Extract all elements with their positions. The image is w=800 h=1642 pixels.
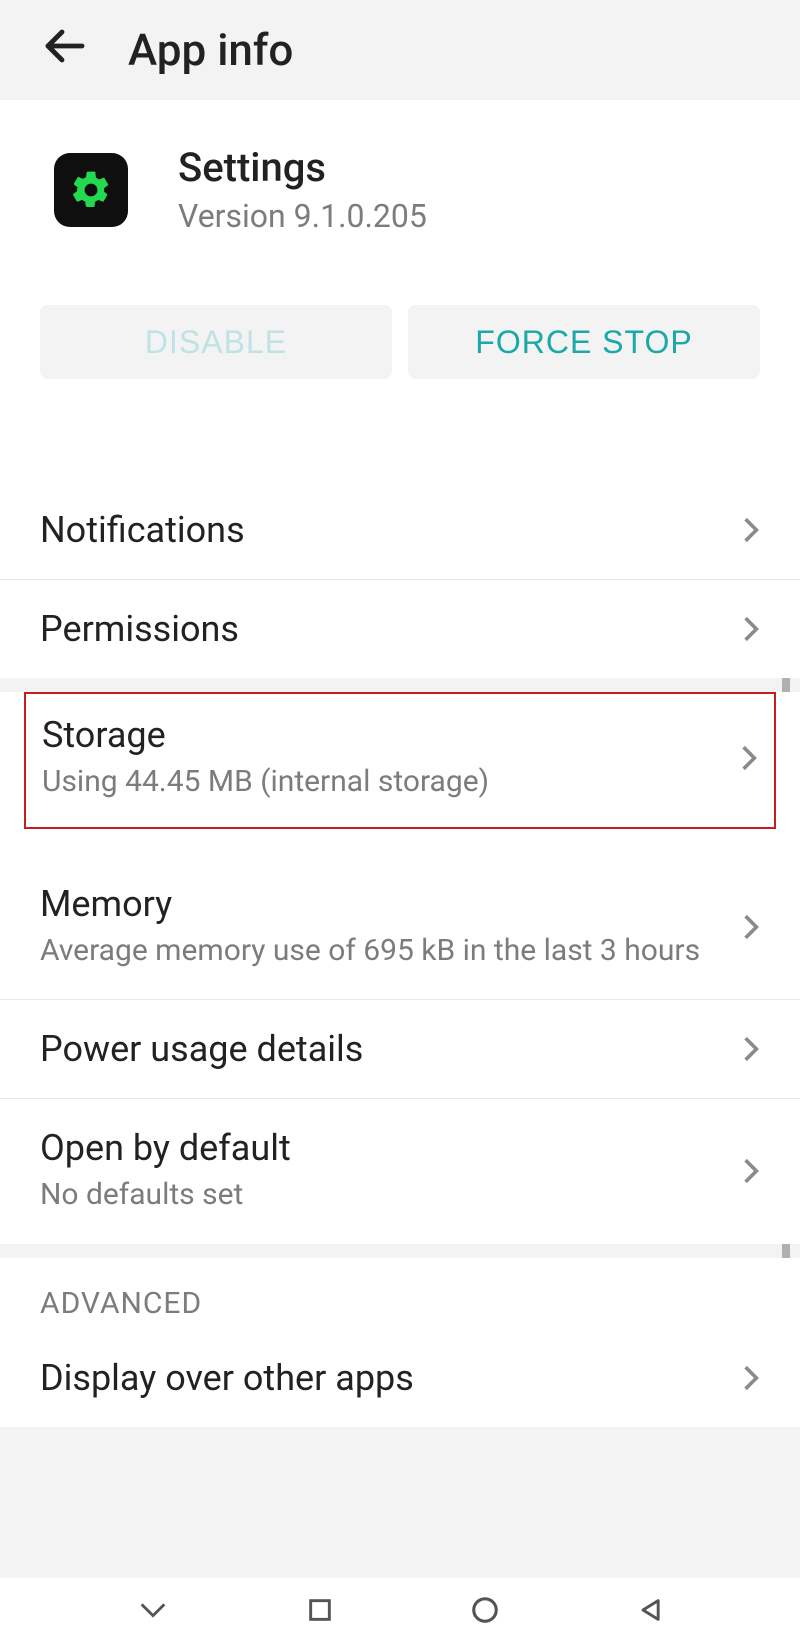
app-name-label: Settings (178, 144, 427, 191)
app-bar: App info (0, 0, 800, 100)
system-nav-bar (0, 1578, 800, 1642)
row-permissions[interactable]: Permissions (0, 580, 800, 678)
row-open-by-default[interactable]: Open by default No defaults set (0, 1099, 800, 1244)
chevron-right-icon (742, 912, 760, 942)
chevron-down-icon[interactable] (136, 1598, 170, 1622)
row-title: Permissions (40, 608, 742, 650)
row-subtitle: Using 44.45 MB (internal storage) (42, 762, 740, 803)
recent-apps-icon[interactable] (306, 1596, 334, 1624)
gear-icon (69, 168, 113, 212)
app-icon (54, 153, 128, 227)
chevron-right-icon (742, 1034, 760, 1064)
storage-highlight: Storage Using 44.45 MB (internal storage… (24, 692, 776, 829)
row-notifications[interactable]: Notifications (0, 481, 800, 580)
disable-button[interactable]: DISABLE (40, 305, 392, 379)
chevron-right-icon (742, 1363, 760, 1393)
row-title: Display over other apps (40, 1357, 742, 1399)
chevron-right-icon (742, 614, 760, 644)
section-header-advanced: ADVANCED (0, 1258, 800, 1329)
back-nav-icon[interactable] (636, 1596, 664, 1624)
row-title: Power usage details (40, 1028, 742, 1070)
row-subtitle: No defaults set (40, 1175, 742, 1216)
force-stop-button[interactable]: FORCE STOP (408, 305, 760, 379)
app-version-label: Version 9.1.0.205 (178, 197, 427, 235)
app-summary: Settings Version 9.1.0.205 (0, 100, 800, 265)
chevron-right-icon (740, 743, 758, 773)
chevron-right-icon (742, 515, 760, 545)
home-icon[interactable] (470, 1595, 500, 1625)
back-arrow-icon[interactable] (40, 22, 88, 78)
row-title: Notifications (40, 509, 742, 551)
row-title: Memory (40, 883, 742, 925)
row-display-over-apps[interactable]: Display over other apps (0, 1329, 800, 1427)
row-memory[interactable]: Memory Average memory use of 695 kB in t… (0, 855, 800, 1001)
page-title: App info (128, 24, 293, 76)
row-title: Open by default (40, 1127, 742, 1169)
row-subtitle: Average memory use of 695 kB in the last… (40, 931, 742, 972)
row-power-usage[interactable]: Power usage details (0, 1000, 800, 1099)
chevron-right-icon (742, 1156, 760, 1186)
row-storage[interactable]: Storage Using 44.45 MB (internal storage… (42, 714, 758, 803)
row-title: Storage (42, 714, 740, 756)
